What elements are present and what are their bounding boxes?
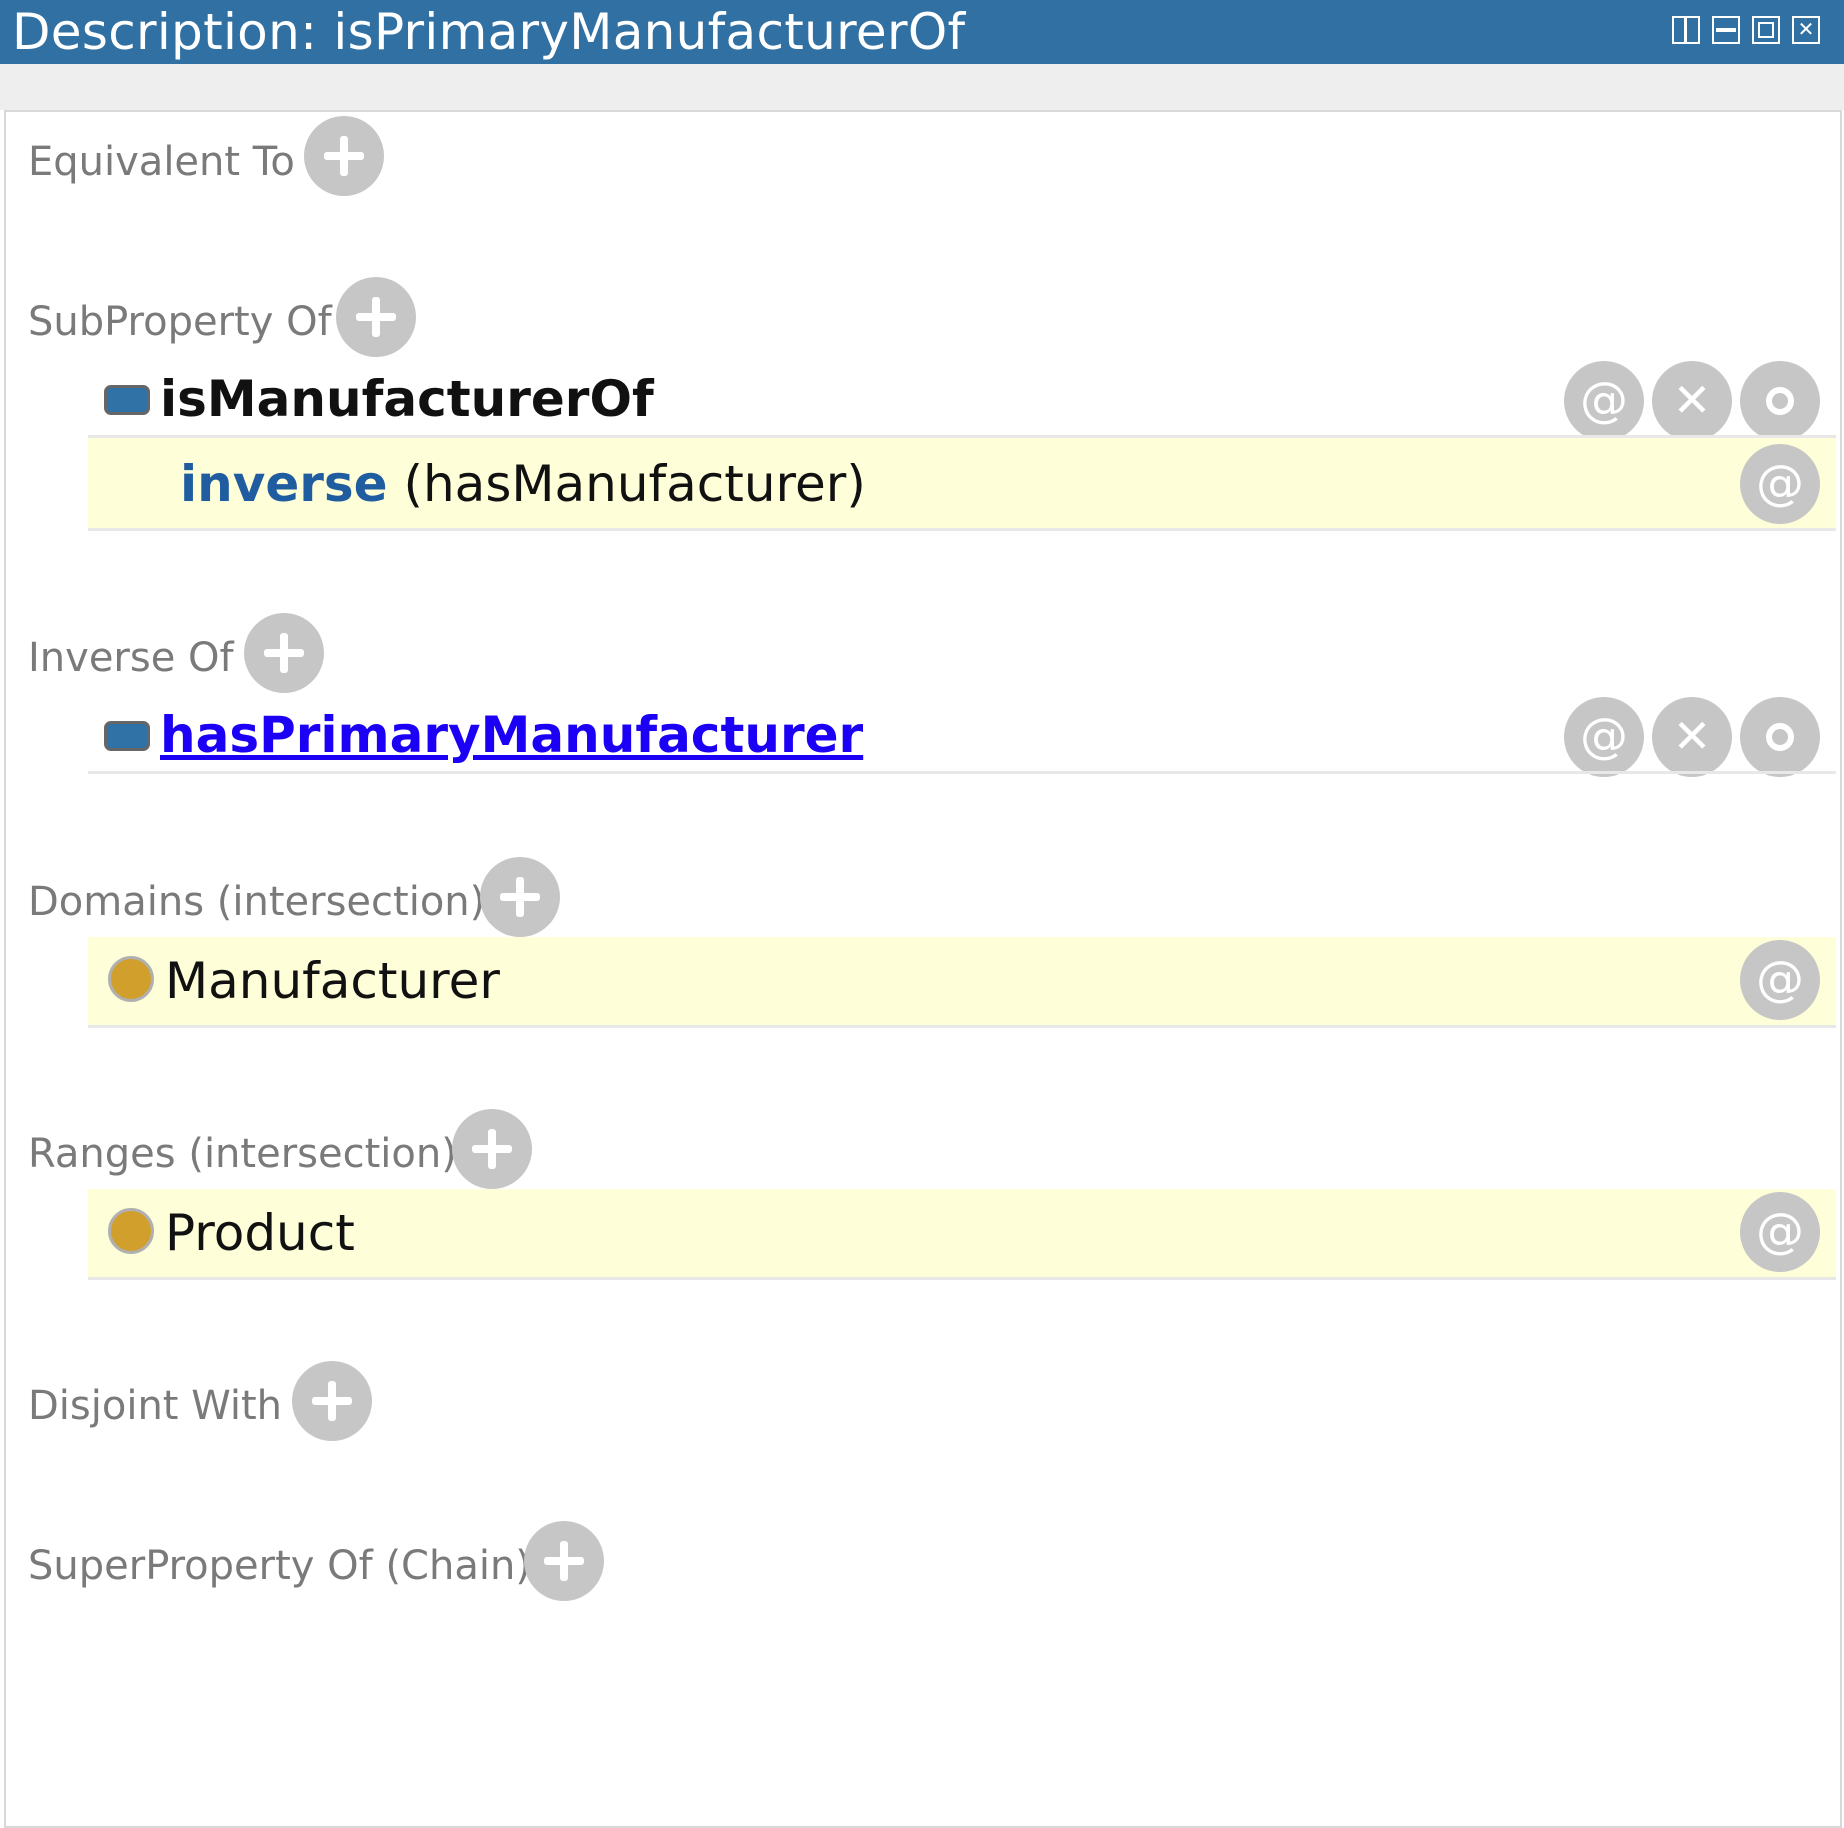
row-divider [88,528,1836,531]
section-label-domains: Domains (intersection) [28,879,486,925]
object-property-icon [104,385,150,415]
inverse-expression-target: (hasManufacturer) [403,455,866,513]
annotate-button[interactable]: @ [1564,361,1644,441]
section-label-subproperty-of: SubProperty Of [28,299,332,345]
delete-button[interactable]: ✕ [1652,697,1732,777]
object-property-icon [104,721,150,751]
split-icon[interactable] [1672,16,1700,44]
window-title: Description: isPrimaryManufacturerOf [12,3,966,61]
row-divider [88,771,1836,774]
add-domain-button[interactable] [480,857,560,937]
inverse-keyword: inverse [180,455,388,513]
add-disjoint-with-button[interactable] [292,1361,372,1441]
section-label-ranges: Ranges (intersection) [28,1131,457,1177]
delete-button[interactable]: ✕ [1652,361,1732,441]
subproperty-entity[interactable]: isManufacturerOf [160,370,654,428]
domain-entity: Manufacturer [165,952,500,1010]
row-divider [88,1025,1836,1028]
add-equivalent-to-button[interactable] [304,116,384,196]
section-label-disjoint-with: Disjoint With [28,1383,283,1429]
class-icon [108,956,154,1002]
annotate-button[interactable]: @ [1564,697,1644,777]
toolbar [0,64,1844,110]
section-label-equivalent-to: Equivalent To [28,139,295,185]
close-icon[interactable] [1792,15,1820,44]
add-subproperty-of-button[interactable] [336,277,416,357]
annotate-button[interactable]: @ [1740,940,1820,1020]
edit-button[interactable] [1740,361,1820,441]
add-range-button[interactable] [452,1109,532,1189]
row-divider [88,1277,1836,1280]
inverse-of-entity-link[interactable]: hasPrimaryManufacturer [160,706,863,764]
inverse-expression: inverse (hasManufacturer) [180,455,866,513]
class-icon [108,1208,154,1254]
section-label-inverse-of: Inverse Of [28,635,234,681]
annotate-button[interactable]: @ [1740,444,1820,524]
title-bar: Description: isPrimaryManufacturerOf [0,0,1844,64]
minimize-icon[interactable] [1712,16,1740,44]
add-superproperty-chain-button[interactable] [524,1521,604,1601]
annotate-button[interactable]: @ [1740,1192,1820,1272]
maximize-icon[interactable] [1752,16,1780,44]
section-label-superproperty-of-chain: SuperProperty Of (Chain) [28,1543,531,1589]
add-inverse-of-button[interactable] [244,613,324,693]
range-entity: Product [165,1204,355,1262]
edit-button[interactable] [1740,697,1820,777]
